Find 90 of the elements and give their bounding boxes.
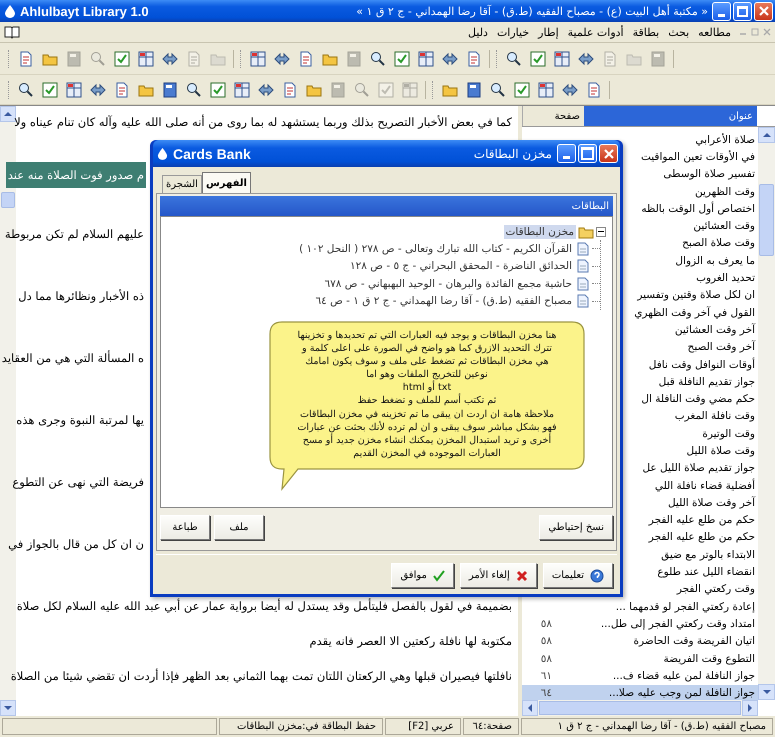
folder-icon [578, 224, 594, 238]
text-line: ن ان كل من قال بالجواز في [7, 536, 145, 553]
menu-item[interactable]: خيارات [496, 26, 530, 38]
minimize-button[interactable] [712, 2, 731, 20]
maximize-button[interactable] [578, 144, 597, 163]
grid-icon[interactable] [65, 80, 83, 98]
status-text: مصباح الفقيه (ط.ق) - آقا رضا الهمداني - ج ٢ ق ١ [521, 718, 773, 735]
tree-item[interactable]: القرآن الكريم - كتاب الله تبارك وتعالى - ص ٢٧٨ ( النحل ١٠٢ ) [297, 242, 574, 256]
check-icon [432, 570, 445, 582]
tab[interactable]: الفهرس [202, 172, 251, 193]
text-line: كما في بعض الأخبار التصريح بذلك وربما يستشهد له بما روى من أنه صلى الله عليه وآله كان تنام عيناه ولا [13, 114, 513, 131]
collapse-icon[interactable] [596, 226, 606, 236]
panel-button[interactable]: طباعة [160, 514, 210, 540]
restore-button[interactable] [733, 2, 752, 20]
scrollbar[interactable] [522, 700, 758, 716]
status-text: حفظ البطاقة في:مخزن البطاقات [219, 718, 383, 735]
menu-item[interactable]: إطار [538, 26, 559, 38]
document-title: « مكتبة أهل البيت (ع) - مصباح الفقيه (ط.ق) - آقا رضا الهمداني - ج ٢ ق ١ » [356, 4, 708, 18]
book-icon[interactable] [161, 80, 179, 98]
check-icon[interactable] [529, 50, 547, 68]
status-text: صفحة:٦٤ [463, 718, 519, 735]
menu-item[interactable]: مطالعه [698, 26, 731, 38]
text-line: عليهم السلام لم تكن مربوطة [4, 226, 145, 243]
check-icon[interactable] [513, 80, 531, 98]
tab[interactable]: الشجرة [162, 175, 202, 193]
list-row[interactable]: جواز النافلة لمن عليه قضاء ف... ٦١ [522, 667, 758, 684]
magnifier-icon[interactable] [489, 80, 507, 98]
help-button[interactable]: تعليمات [542, 563, 613, 588]
cross-icon [516, 570, 528, 582]
backup-button[interactable]: نسخ إحتياطي [539, 514, 613, 540]
dialog-title: Cards Bank [173, 146, 251, 162]
ok-button[interactable]: موافق [391, 563, 454, 588]
text-line: فريضة التي نهى عن التطوع [11, 474, 145, 491]
grid-icon[interactable] [233, 80, 251, 98]
grid-icon[interactable] [137, 50, 155, 68]
close-button[interactable] [599, 144, 618, 163]
grid-icon[interactable] [249, 50, 267, 68]
grid-icon[interactable] [537, 80, 555, 98]
book-icon[interactable] [465, 80, 483, 98]
document-icon [577, 242, 589, 256]
text-line: ه المسألة التي هي من العقايد [0, 349, 145, 367]
drop-icon [157, 147, 168, 160]
close-icon [758, 5, 770, 17]
check-icon[interactable] [393, 50, 411, 68]
grid-icon[interactable] [553, 50, 571, 68]
document-icon [577, 276, 589, 291]
tree-item[interactable]: مصباح الفقيه (ط.ق) - آقا رضا الهمداني - ج ٢ ق ١ - ص ٦٤ [313, 294, 574, 308]
dialog-title: مخزن البطاقات [474, 146, 552, 160]
tree-item[interactable]: حاشية مجمع الفائدة والبرهان - الوحيد البهبهاني - ص ٦٧٨ [322, 276, 574, 291]
magnifier-icon[interactable] [185, 80, 203, 98]
text-line: نافلتها فيصيران قبلها وهي الركعتان اللتان تمت بهما الثماني بعد الظهر فإذا أردت ان تقضي شيئا من الصلاة [10, 668, 513, 685]
speech-bubble: هنا مخزن البطاقات و يوجد فيه العبارات التي تم تحديدها و تخزينها تترك التحديد الازرق كما هو واضح في الصورة على اعلى كلمة و هي مخزن البطاقات ثم تضغط على ملف و سوف يكون امامك نوعين للتخريج الملفات وهو اما txt أو html ثم تكتب أسم للملف و تضغط حفظ ملاحظة هامة ان اردت ان يبقى ما تم تخزينه في مخزن البطاقات فهو بشكل مباشر سوف يبقى و ان لم ترده لأنك بحثت عن عبارات أخرى و تريد استبدال المخزن يمكنك انشاء مخزن جديد أو مسح العبارات الموجوده في المخزن القديم [268, 321, 586, 493]
help-icon [590, 568, 604, 582]
text-line: ذه الأخبار ونظائرها مما دل [17, 288, 145, 305]
magnifier-icon[interactable] [369, 50, 387, 68]
list-row[interactable]: إعادة ركعتي الفجر لو قدمهما ... [522, 598, 758, 616]
scrollbar[interactable] [758, 127, 775, 700]
panel-button[interactable]: ملف [214, 514, 264, 540]
list-row[interactable]: اتيان الفريضة وقت الحاضرة ٥٨ [522, 632, 758, 650]
cancel-button[interactable]: إلغاء الأمر [460, 563, 537, 588]
column-header[interactable]: عنوان [584, 106, 757, 126]
menu-item[interactable]: أدوات علمية [568, 26, 624, 38]
status-text: عربي [F2] [385, 718, 461, 735]
magnifier-icon[interactable] [505, 50, 523, 68]
document-icon [577, 259, 589, 274]
check-icon[interactable] [209, 80, 227, 98]
close-icon [602, 148, 614, 160]
menu-item[interactable]: بحث [668, 26, 690, 38]
magnifier-icon[interactable] [17, 80, 35, 98]
text-line: بضميمة في لقول بالفصل فليتأمل وقد يستدل له أيضا برواية عمار عن أبي عبد الله عليه السلام لكل صلاة [16, 597, 513, 615]
document-icon [577, 294, 589, 308]
window-title: Ahlulbayt Library 1.0 [20, 4, 149, 18]
list-row[interactable]: التطوع وقت الفريضة ٥٨ [522, 650, 758, 668]
tree-item[interactable]: مخزن البطاقات [504, 224, 576, 238]
menu-item[interactable]: بطاقة [632, 26, 660, 38]
list-row[interactable]: امتداد وقت ركعتي الفجر إلى طل... ٥٨ [522, 615, 758, 633]
list-row[interactable]: جواز النافلة لمن وجب عليه صلا... ٦٤ [522, 684, 758, 702]
close-button[interactable] [754, 2, 773, 20]
minimize-button[interactable] [557, 144, 576, 163]
check-icon[interactable] [113, 50, 131, 68]
check-icon[interactable] [41, 80, 59, 98]
book-icon[interactable] [4, 25, 20, 39]
menu-item[interactable]: دليل [468, 26, 488, 38]
panel-header: البطاقات [160, 196, 613, 216]
drop-icon [4, 4, 16, 18]
tree-item[interactable]: الحدائق الناضرة - المحقق البحراني - ج ٥ - ص ١٢٨ [348, 259, 574, 274]
grid-icon[interactable] [417, 50, 435, 68]
text-line: يها لمرتبة النبوة وجرى هذه [15, 412, 145, 429]
column-header[interactable]: صفحة [522, 106, 584, 126]
text-line: مكتوبة لها نافلة ركعتين الا العصر فانه يقدم [308, 633, 513, 650]
